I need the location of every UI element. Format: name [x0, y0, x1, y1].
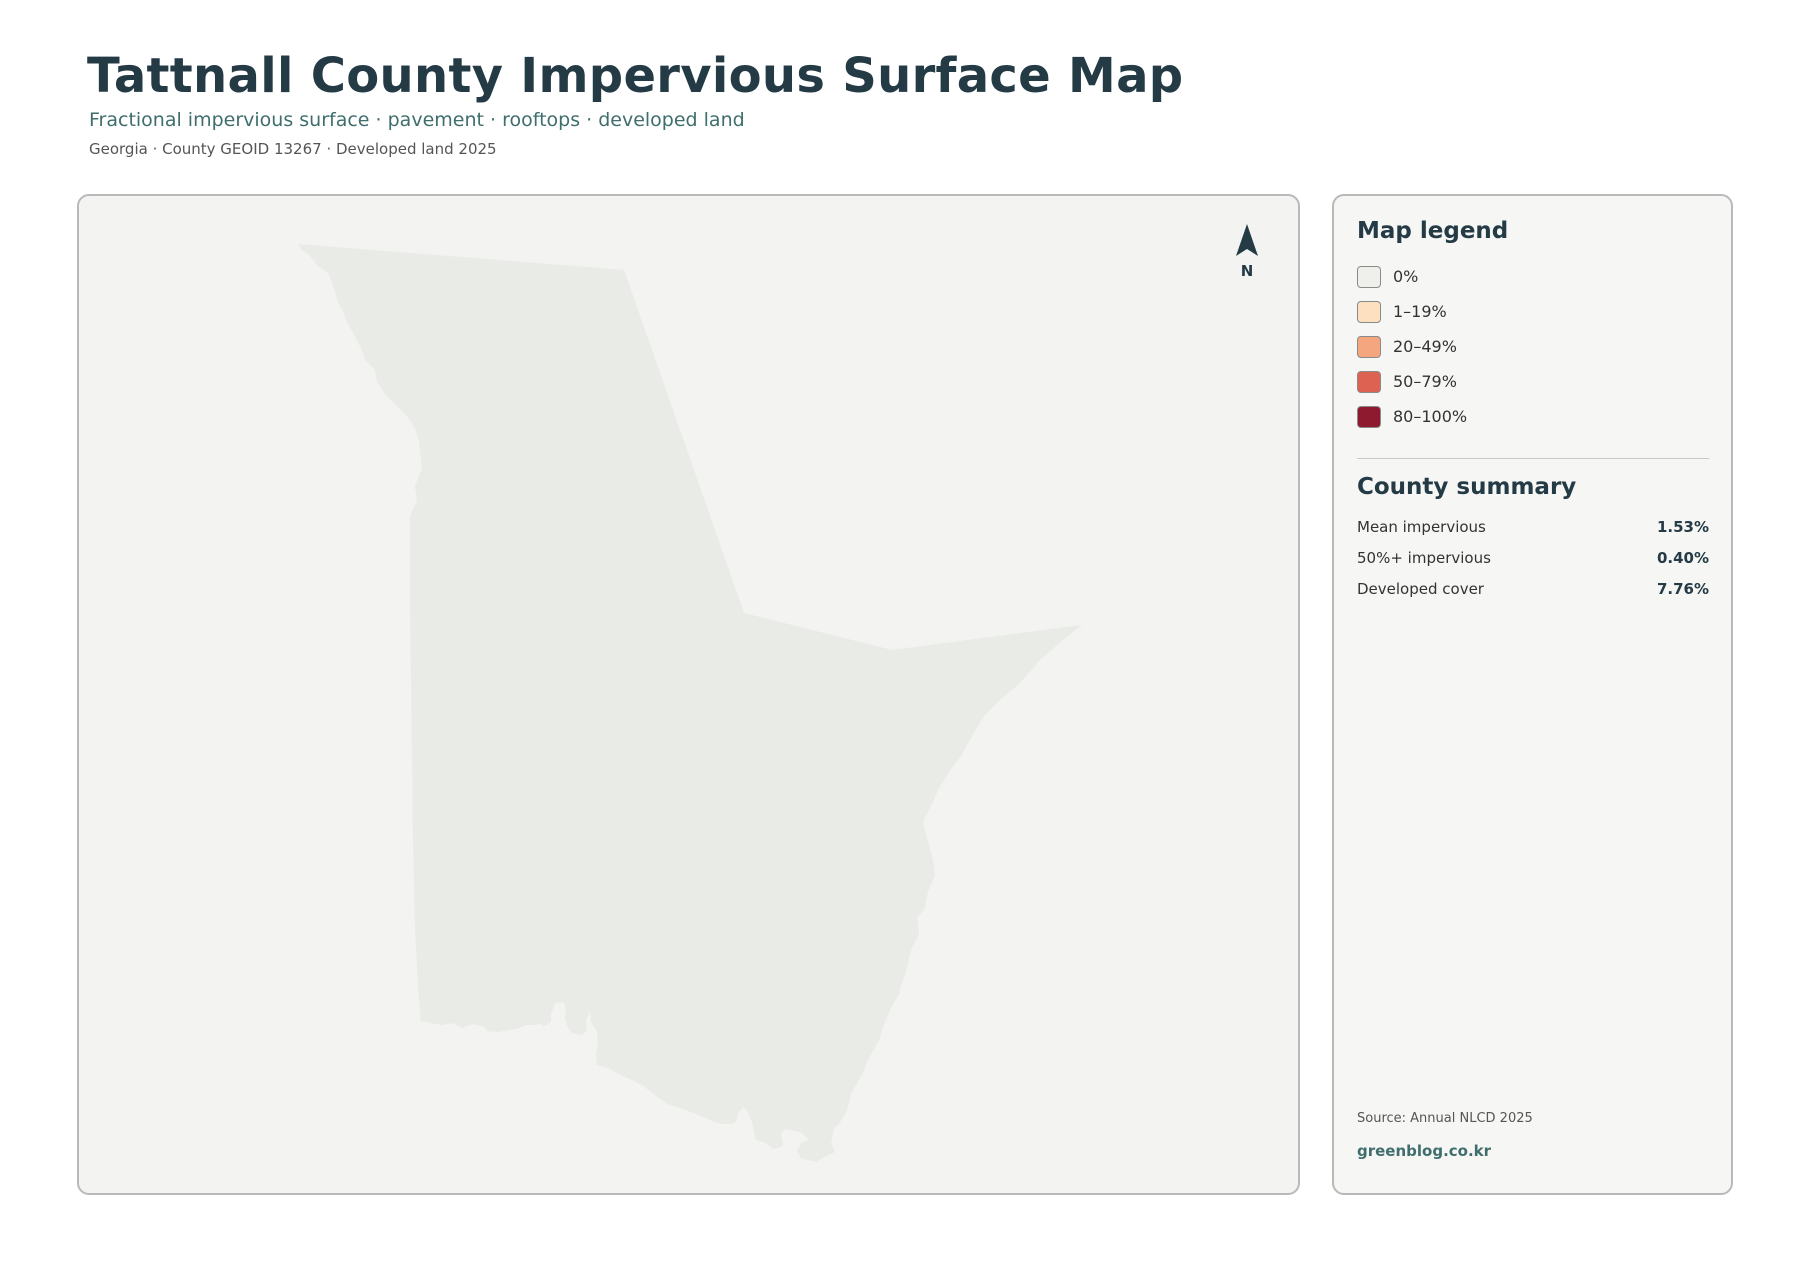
summary-title: County summary — [1357, 474, 1577, 500]
stat-value: 1.53% — [1656, 518, 1709, 536]
legend-label-3: 50–79% — [1393, 372, 1457, 391]
county-outline — [296, 242, 1084, 1164]
stat-value: 7.76% — [1656, 580, 1709, 598]
legend-swatch-2 — [1357, 336, 1381, 358]
stat-label: 50%+ impervious — [1357, 549, 1491, 567]
legend-item-2: 20–49% — [1357, 336, 1657, 360]
north-arrow-icon: N — [1236, 224, 1258, 280]
legend-label-2: 20–49% — [1393, 337, 1457, 356]
legend-swatch-3 — [1357, 371, 1381, 393]
website-link[interactable]: greenblog.co.kr — [1357, 1142, 1491, 1160]
page-title: Tattnall County Impervious Surface Map — [87, 48, 1184, 104]
source-note: Source: Annual NLCD 2025 — [1357, 1111, 1533, 1126]
legend-item-0: 0% — [1357, 266, 1657, 290]
page-meta: Georgia · County GEOID 13267 · Developed… — [89, 140, 497, 158]
legend-label-0: 0% — [1393, 267, 1419, 286]
county-map[interactable]: N — [79, 196, 1300, 1195]
map-panel[interactable]: N — [77, 194, 1300, 1195]
legend-item-3: 50–79% — [1357, 371, 1657, 395]
stat-row-developed: Developed cover 7.76% — [1357, 580, 1709, 600]
legend-swatch-4 — [1357, 406, 1381, 428]
legend-swatch-1 — [1357, 301, 1381, 323]
legend-panel: Map legend 0% 1–19% 20–49% 50–79% 80–100… — [1332, 194, 1733, 1195]
stat-row-50plus: 50%+ impervious 0.40% — [1357, 549, 1709, 569]
stat-label: Developed cover — [1357, 580, 1484, 598]
legend-divider — [1357, 458, 1709, 459]
legend-item-1: 1–19% — [1357, 301, 1657, 325]
legend-swatch-0 — [1357, 266, 1381, 288]
legend-item-4: 80–100% — [1357, 406, 1657, 430]
stat-value: 0.40% — [1656, 549, 1709, 567]
page-subtitle: Fractional impervious surface · pavement… — [89, 109, 745, 131]
legend-title: Map legend — [1357, 218, 1509, 244]
legend-label-4: 80–100% — [1393, 407, 1468, 426]
legend-label-1: 1–19% — [1393, 302, 1447, 321]
stat-row-mean: Mean impervious 1.53% — [1357, 518, 1709, 538]
stat-label: Mean impervious — [1357, 518, 1486, 536]
north-label: N — [1241, 262, 1254, 280]
